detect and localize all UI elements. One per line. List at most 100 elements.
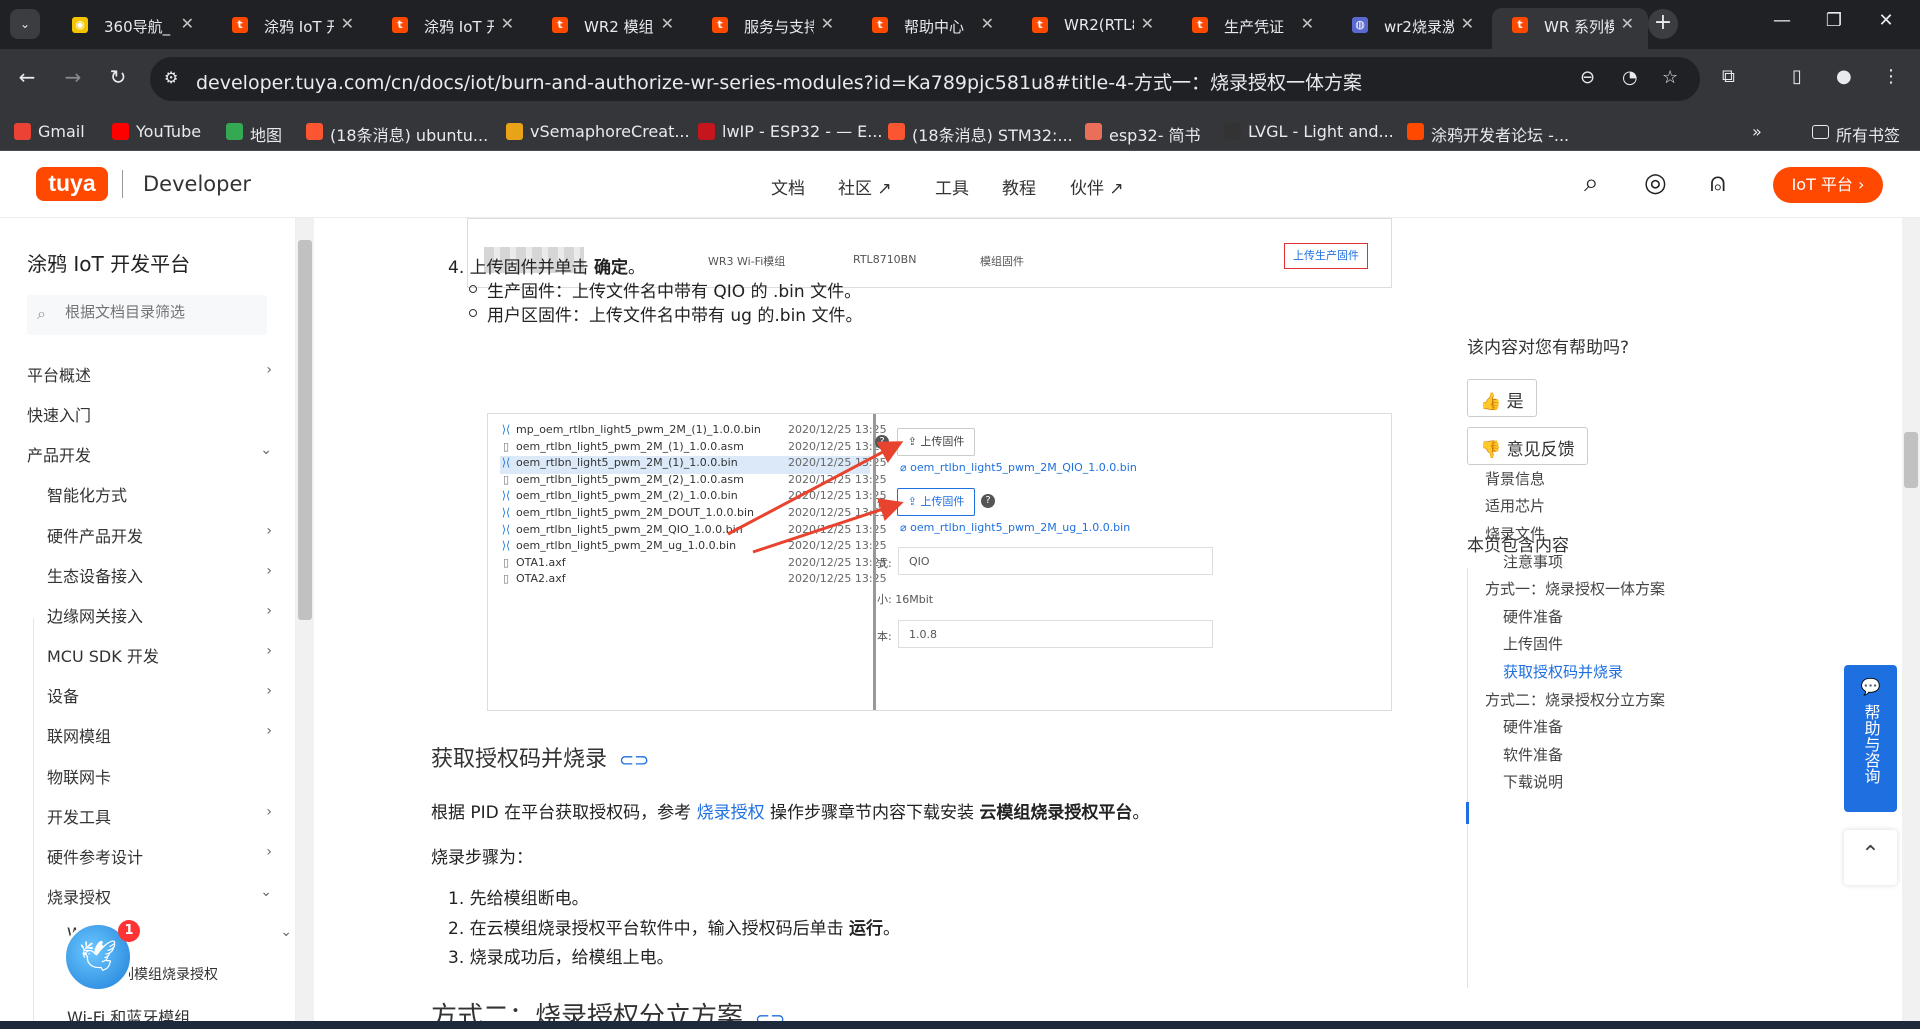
sidebar-item[interactable]: MCU SDK 开发 › [47,643,272,667]
bookmark-item[interactable]: Gmail [14,122,85,141]
close-tab-icon[interactable]: ✕ [341,14,354,33]
extensions-icon[interactable]: ⧉ [1722,66,1735,87]
close-tab-icon[interactable]: ✕ [661,14,674,33]
chevron-right-icon[interactable]: › [266,804,272,820]
page-scrollbar[interactable] [1902,218,1920,1029]
chevron-right-icon[interactable]: › [266,723,272,739]
burn-auth-link[interactable]: 烧录授权 [697,803,765,823]
sidebar-item[interactable]: 物联网卡 [47,764,272,788]
chevron-right-icon[interactable]: › [266,563,272,579]
sidebar-item[interactable]: 开发工具 › [47,804,272,828]
toc-item[interactable]: 硬件准备 [1503,606,1563,627]
language-globe-icon[interactable]: ◎ [1644,168,1667,198]
close-tab-icon[interactable]: ✕ [1621,14,1634,33]
bookmark-item[interactable]: LVGL - Light and... [1224,122,1394,141]
help-consult-button[interactable]: 💬 帮助与咨询 [1844,665,1897,812]
sidebar-item[interactable]: 平台概述 › [27,362,272,386]
bookmark-item[interactable]: 涂鸦开发者论坛 -... [1407,122,1569,146]
close-tab-icon[interactable]: ✕ [181,14,194,33]
nav-partners[interactable]: 伙伴 ↗ [1070,174,1124,199]
close-tab-icon[interactable]: ✕ [821,14,834,33]
bookmark-item[interactable]: vSemaphoreCreat... [506,122,690,141]
sidebar-scroll-thumb[interactable] [298,240,312,620]
toc-item[interactable]: 背景信息 [1485,468,1545,489]
nav-docs[interactable]: 文档 [771,174,805,199]
minimize-button[interactable]: — [1762,10,1802,31]
bookmark-item[interactable]: esp32- 简书 [1085,122,1201,146]
chevron-down-icon[interactable]: ⌄ [280,924,292,940]
sidebar-item[interactable]: 产品开发 ⌄ [27,442,272,466]
bookmark-item[interactable]: 地图 [226,122,282,146]
reload-button[interactable]: ↻ [103,65,133,89]
close-tab-icon[interactable]: ✕ [501,14,514,33]
chevron-right-icon[interactable]: › [266,844,272,860]
zoom-icon[interactable]: ⊖ [1580,67,1595,88]
nav-tools[interactable]: 工具 [935,174,969,199]
maximize-button[interactable]: ❐ [1814,10,1854,31]
chevron-right-icon[interactable]: › [266,603,272,619]
side-panel-icon[interactable]: ▯ [1792,66,1802,87]
bookmark-item[interactable]: (18条消息) STM32:... [888,122,1073,146]
tuya-logo[interactable]: tuya [36,167,108,201]
page-scroll-thumb[interactable] [1904,432,1918,488]
anchor-link-icon[interactable]: ⊂⊃ [619,750,649,771]
profile-icon[interactable]: ● [1836,66,1852,87]
bookmark-item[interactable]: (18条消息) ubuntu... [306,122,488,146]
back-to-top-button[interactable]: ⌃ [1844,830,1897,885]
close-tab-icon[interactable]: ✕ [1461,14,1474,33]
sidebar-item[interactable]: 生态设备接入 › [47,563,272,587]
browser-tab[interactable]: t WR2(RTL8 ✕ [1012,8,1168,41]
sidebar-item[interactable]: 设备 › [47,683,272,707]
chevron-down-icon[interactable]: ⌄ [260,884,272,900]
toc-item[interactable]: 方式二：烧录授权分立方案 [1485,689,1665,710]
nav-tutorials[interactable]: 教程 [1002,174,1036,199]
toc-item[interactable]: 注意事项 [1503,551,1563,572]
chevron-right-icon[interactable]: › [266,643,272,659]
browser-tab[interactable]: t WR2 模组 ✕ [532,8,688,41]
chevron-right-icon[interactable]: › [266,362,272,378]
browser-tab[interactable]: t 服务与支持 ✕ [692,8,848,41]
toc-item[interactable]: 适用芯片 [1485,495,1545,516]
url-text[interactable]: developer.tuya.com/cn/docs/iot/burn-and-… [196,68,1362,95]
helpful-yes-button[interactable]: 👍 是 [1467,379,1537,417]
sidebar-item[interactable]: 列模组烧录授权 [120,964,295,988]
sidebar-item[interactable]: 硬件产品开发 › [47,523,272,547]
chevron-right-icon[interactable]: › [266,683,272,699]
browser-tab[interactable]: t WR 系列模 ✕ [1492,8,1648,49]
all-bookmarks-folder[interactable]: 所有书签 [1812,122,1900,146]
forward-button[interactable]: → [58,65,88,89]
user-icon[interactable]: ⍝ [1710,168,1726,199]
browser-tab[interactable]: ◍ wr2烧录激 ✕ [1332,8,1488,41]
sidebar-filter[interactable]: ⌕ [27,295,267,335]
browser-tab[interactable]: t 生产凭证 ✕ [1172,8,1328,41]
chevron-right-icon[interactable]: › [266,523,272,539]
close-tab-icon[interactable]: ✕ [1301,14,1314,33]
performance-icon[interactable]: ◔ [1622,67,1638,88]
toc-item[interactable]: 烧录文件 [1485,523,1545,544]
sidebar-filter-input[interactable] [65,303,255,321]
search-icon[interactable]: ⌕ [1584,168,1599,199]
iot-platform-button[interactable]: IoT 平台 › [1773,167,1883,203]
back-button[interactable]: ← [12,65,42,89]
tab-search-button[interactable]: ⌄ [10,9,40,39]
close-tab-icon[interactable]: ✕ [981,14,994,33]
toc-item[interactable]: 上传固件 [1503,633,1563,654]
chevron-down-icon[interactable]: ⌄ [260,442,272,458]
sidebar-item[interactable]: 硬件参考设计 › [47,844,272,868]
new-tab-button[interactable]: + [1648,9,1678,39]
feedback-button[interactable]: 👎 意见反馈 [1467,427,1588,465]
bookmark-item[interactable]: YouTube [112,122,201,141]
bookmark-star-icon[interactable]: ☆ [1662,67,1678,88]
toc-item[interactable]: 获取授权码并烧录 [1503,661,1623,682]
site-info-icon[interactable]: ⚙ [164,68,178,87]
nav-community[interactable]: 社区 ↗ [838,174,892,199]
sidebar-item[interactable]: 边缘网关接入 › [47,603,272,627]
browser-tab[interactable]: t 涂鸦 IoT 开 ✕ [212,8,368,41]
toc-item[interactable]: 软件准备 [1503,744,1563,765]
brand-developer[interactable]: Developer [143,172,251,196]
sidebar-item[interactable]: 联网模组 › [47,723,272,747]
close-window-button[interactable]: ✕ [1866,10,1906,31]
toc-item[interactable]: 下载说明 [1503,771,1563,792]
browser-tab[interactable]: ◉ 360导航_ ✕ [52,8,208,41]
sidebar-item[interactable]: 烧录授权 ⌄ [47,884,272,908]
